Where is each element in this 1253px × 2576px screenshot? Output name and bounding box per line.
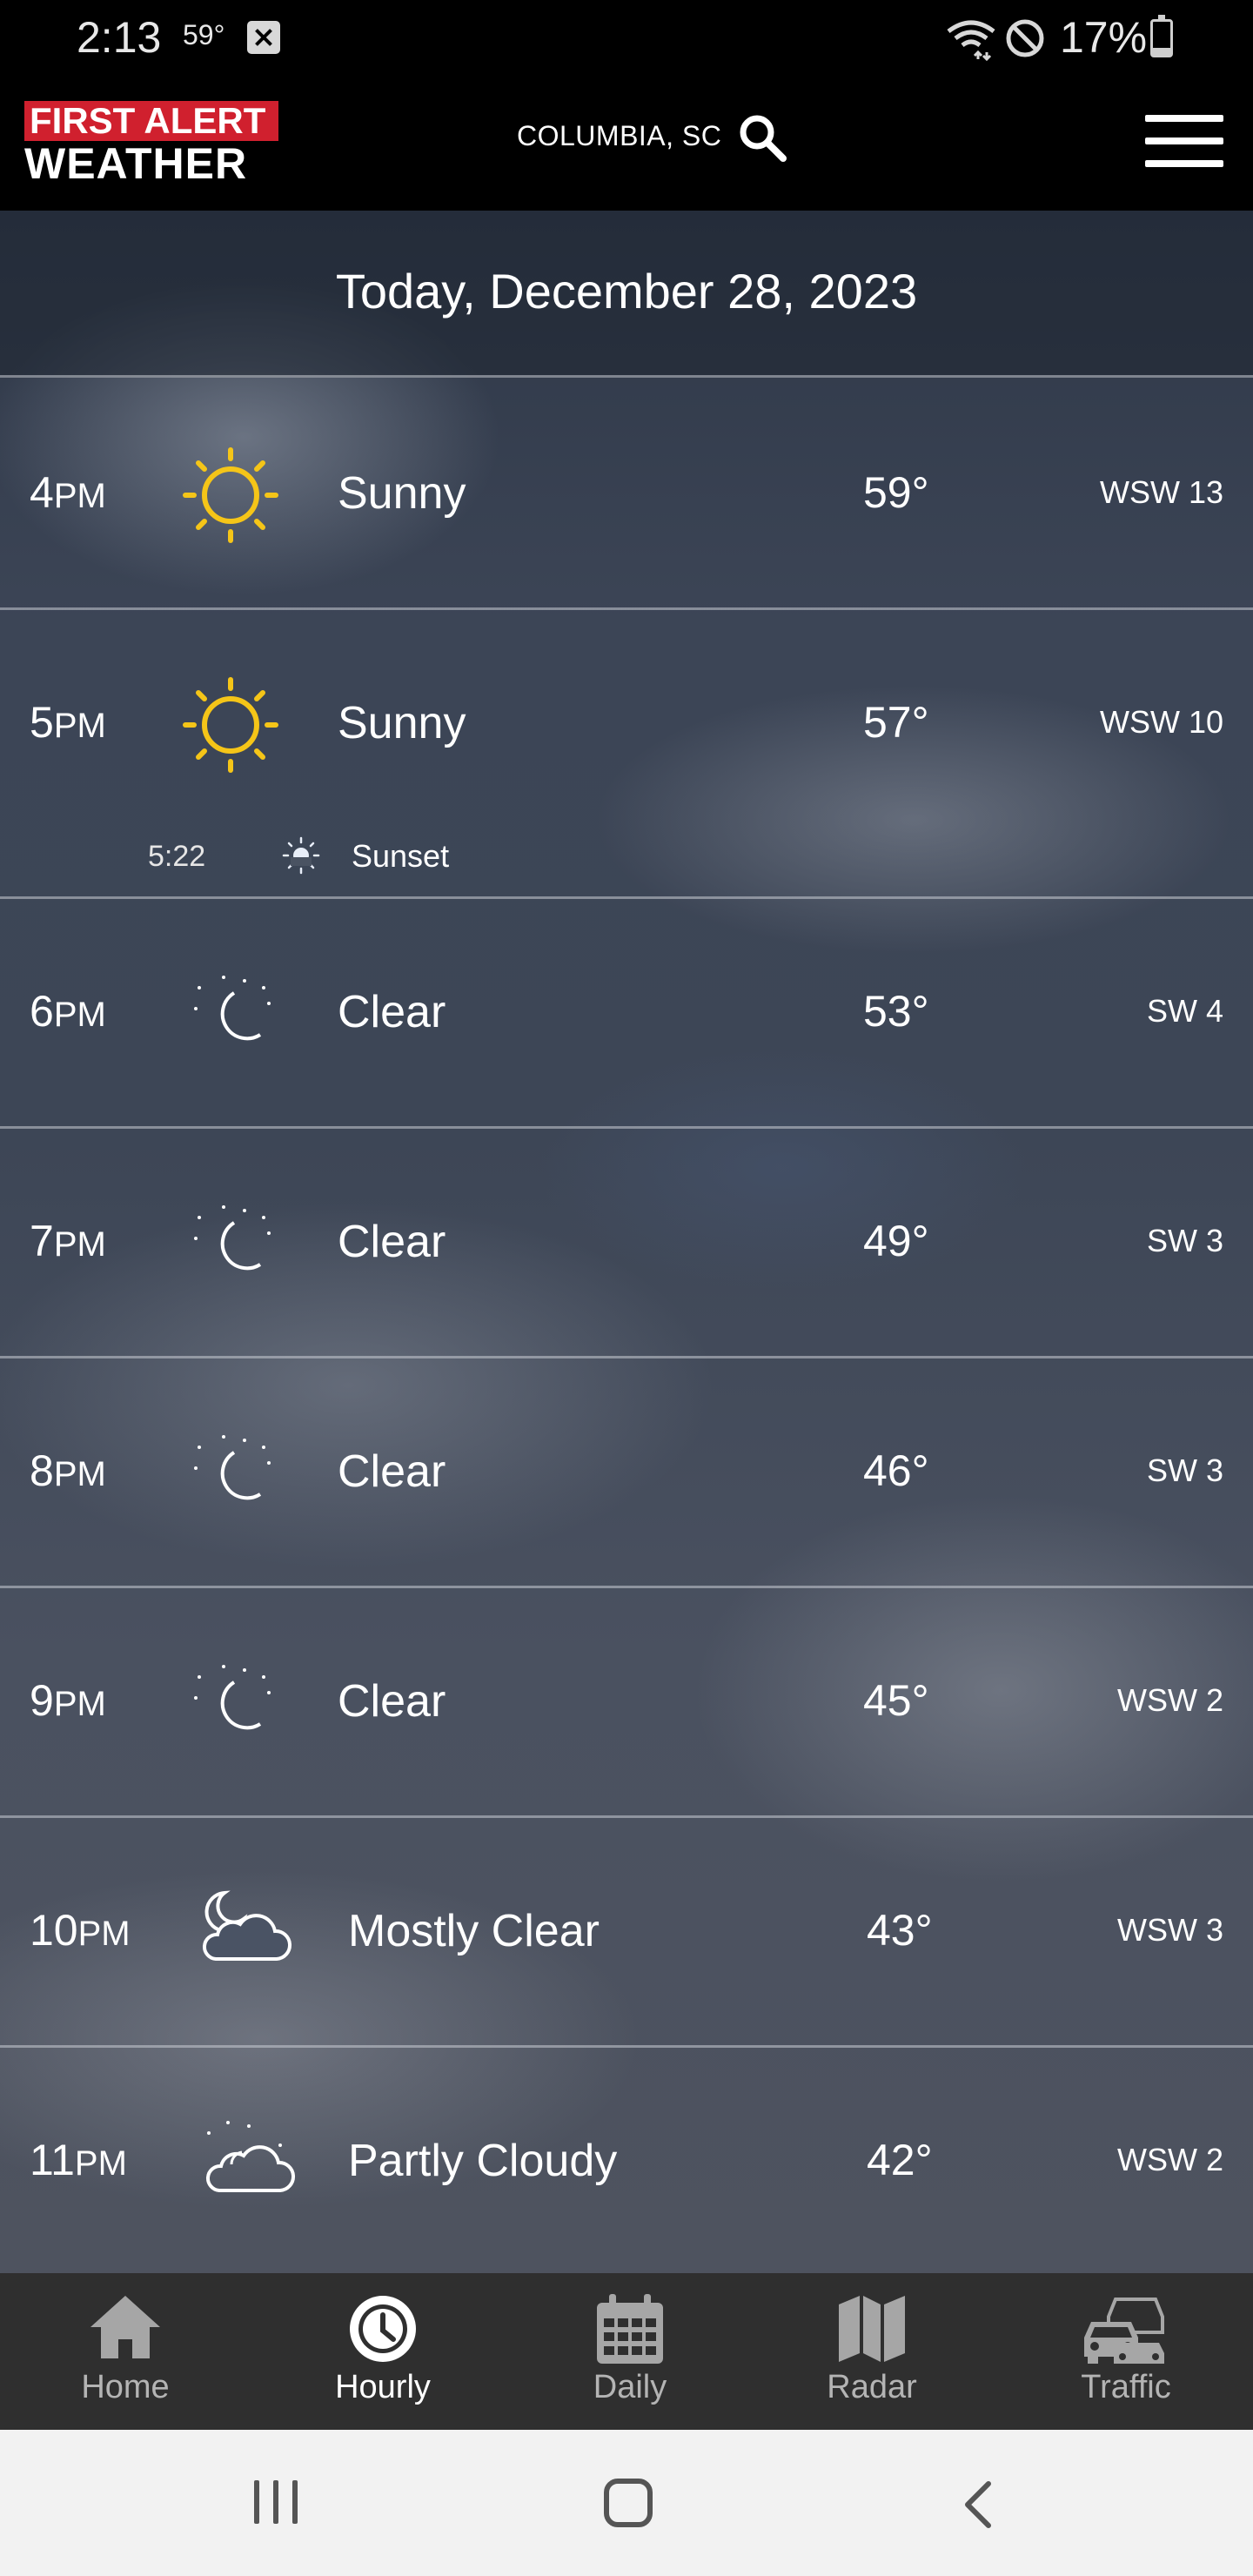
nav-traffic[interactable]: Traffic [1056, 2273, 1196, 2430]
logo-top-text: FIRST ALERT [24, 101, 278, 141]
status-bar: 2:13 59° 17% [0, 0, 1253, 75]
nav-label: Radar [827, 2369, 917, 2405]
nav-daily[interactable]: Daily [560, 2273, 700, 2430]
hour-temperature: 45° [863, 1676, 929, 1725]
hour-temperature: 43° [867, 1906, 933, 1955]
status-time: 2:13 [77, 13, 162, 62]
recent-apps-icon[interactable] [252, 2480, 301, 2526]
hour-condition: Mostly Clear [348, 1906, 600, 1956]
bottom-navigation: Home Hourly Daily Radar Traffic [0, 2273, 1253, 2430]
app-header: FIRST ALERT WEATHER COLUMBIA, SC [0, 75, 1253, 211]
date-header: Today, December 28, 2023 [0, 211, 1253, 378]
hour-temperature: 42° [867, 2136, 933, 2184]
home-button-icon[interactable] [604, 2479, 653, 2527]
back-icon[interactable] [957, 2480, 1001, 2529]
hour-condition: Sunny [338, 468, 466, 519]
hour-condition: Clear [338, 1676, 446, 1727]
nav-radar[interactable]: Radar [802, 2273, 941, 2430]
moon-icon [194, 1665, 271, 1730]
hour-row-5pm[interactable]: 5PM Sunny 57° WSW 10 5:22 Sunset [0, 610, 1253, 899]
hour-temperature: 46° [863, 1446, 929, 1495]
notification-icon [247, 21, 280, 54]
nav-hourly[interactable]: Hourly [313, 2273, 452, 2430]
sun-icon [183, 677, 278, 773]
hour-row-7pm[interactable]: 7PM Clear 49° SW 3 [0, 1129, 1253, 1358]
moon-icon [194, 1205, 271, 1271]
hour-time: 11PM [30, 2136, 127, 2184]
hour-time: 9PM [30, 1676, 106, 1725]
hour-wind: WSW 13 [1099, 474, 1223, 510]
hour-row-11pm[interactable]: 11PM Partly Cloudy 42° WSW 2 [0, 2048, 1253, 2273]
hour-temperature: 49° [863, 1217, 929, 1265]
hour-temperature: 59° [863, 468, 929, 517]
hour-time: 7PM [30, 1217, 106, 1265]
hour-condition: Clear [338, 1446, 446, 1497]
hour-condition: Clear [338, 987, 446, 1037]
hour-wind: WSW 3 [1117, 1912, 1223, 1948]
map-icon [839, 2296, 905, 2362]
location-label[interactable]: COLUMBIA, SC [517, 120, 721, 152]
battery-percent: 17% [1060, 13, 1148, 62]
logo-bottom-text: WEATHER [24, 139, 248, 188]
nav-label: Traffic [1081, 2369, 1171, 2405]
hour-row-10pm[interactable]: 10PM Mostly Clear 43° WSW 3 [0, 1818, 1253, 2048]
moon-icon [194, 976, 271, 1041]
first-alert-weather-logo[interactable]: FIRST ALERT WEATHER [24, 101, 278, 186]
hour-time: 4PM [30, 468, 106, 517]
nav-label: Hourly [335, 2369, 431, 2405]
partly-cloudy-night-icon [205, 2121, 295, 2192]
traffic-icon [1084, 2298, 1164, 2364]
system-navigation-bar [0, 2430, 1253, 2576]
hour-time: 5PM [30, 698, 106, 747]
home-icon [90, 2296, 160, 2358]
moon-icon [194, 1435, 271, 1500]
hour-condition: Sunny [338, 698, 466, 748]
hour-condition: Clear [338, 1217, 446, 1267]
hour-row-4pm[interactable]: 4PM Sunny 59° WSW 13 [0, 380, 1253, 610]
hour-row-8pm[interactable]: 8PM Clear 46° SW 3 [0, 1358, 1253, 1588]
wifi-icon [947, 20, 995, 61]
sunset-label: Sunset [352, 838, 450, 874]
search-icon[interactable] [736, 111, 788, 164]
battery-icon [1150, 15, 1173, 57]
hamburger-menu-icon[interactable] [1145, 115, 1223, 167]
clock-icon [350, 2296, 416, 2362]
hour-condition: Partly Cloudy [348, 2136, 618, 2186]
calendar-icon [597, 2294, 663, 2364]
hour-time: 8PM [30, 1446, 106, 1495]
hour-wind: WSW 10 [1099, 704, 1223, 740]
hour-row-9pm[interactable]: 9PM Clear 45° WSW 2 [0, 1588, 1253, 1818]
hour-wind: SW 3 [1146, 1223, 1223, 1258]
status-temperature: 59° [183, 19, 225, 50]
nav-home[interactable]: Home [56, 2273, 195, 2430]
hour-time: 10PM [30, 1906, 131, 1955]
moon-cloud-icon [202, 1890, 291, 1961]
sunset-time: 5:22 [148, 840, 206, 873]
sun-icon [183, 447, 278, 543]
hour-row-6pm[interactable]: 6PM Clear 53° SW 4 [0, 899, 1253, 1129]
hour-time: 6PM [30, 987, 106, 1036]
nav-label: Home [81, 2369, 170, 2405]
hour-wind: WSW 2 [1117, 2142, 1223, 2177]
date-text: Today, December 28, 2023 [335, 264, 918, 319]
hour-wind: SW 4 [1146, 993, 1223, 1029]
hour-temperature: 53° [863, 987, 929, 1036]
hour-wind: SW 3 [1146, 1452, 1223, 1488]
hourly-forecast-panel[interactable]: Today, December 28, 2023 4PM Sunny 59° W… [0, 211, 1253, 2273]
sunset-icon [282, 836, 320, 875]
do-not-disturb-icon [1006, 19, 1044, 57]
nav-label: Daily [593, 2369, 667, 2405]
hour-temperature: 57° [863, 698, 929, 747]
hour-wind: WSW 2 [1117, 1682, 1223, 1718]
